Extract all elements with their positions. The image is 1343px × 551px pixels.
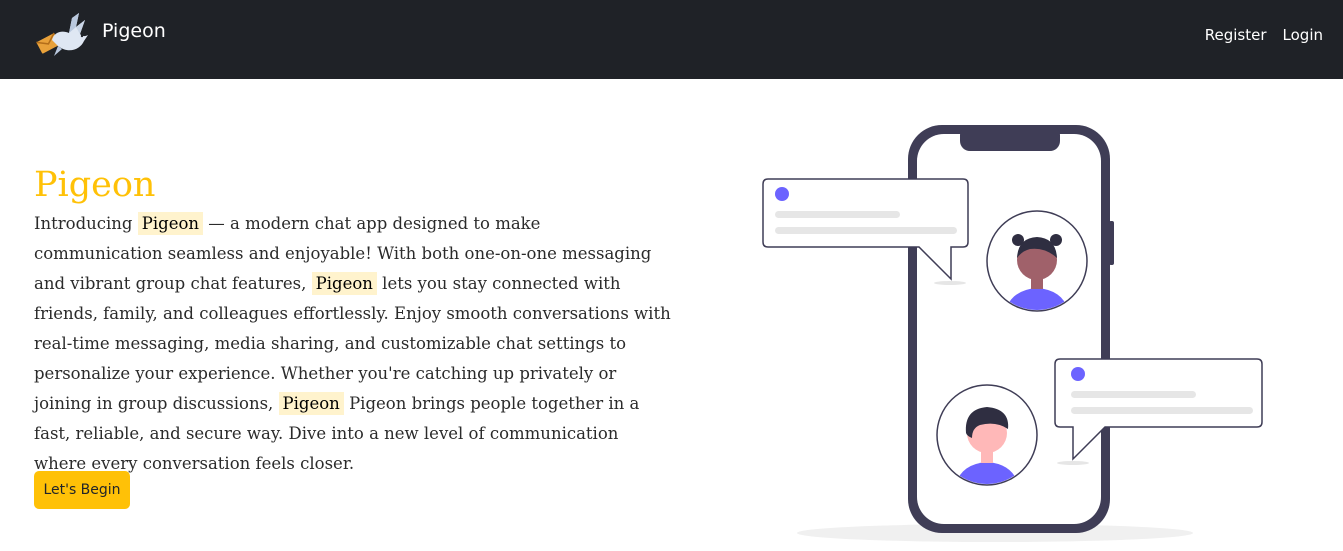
brand-name: Pigeon [102,20,166,42]
highlight-pigeon: Pigeon [137,212,204,235]
brand-link[interactable]: Pigeon [36,10,166,60]
description-part-1: Introducing [34,214,138,233]
login-link[interactable]: Login [1283,26,1323,44]
navbar: Pigeon Register Login [0,0,1343,79]
highlight-pigeon: Pigeon [311,272,377,295]
hero-title: Pigeon [34,165,156,205]
hero-section: Pigeon Introducing Pigeon — a modern cha… [0,79,1343,551]
hero-description: Introducing Pigeon — a modern chat app d… [34,209,674,479]
highlight-pigeon: Pigeon [278,392,344,415]
pigeon-logo-icon [36,13,88,56]
phone-chat-illustration-icon [762,125,1263,542]
lets-begin-button[interactable]: Let's Begin [34,471,130,509]
nav-links: Register Login [1205,26,1323,44]
register-link[interactable]: Register [1205,26,1267,44]
hero-text: Pigeon Introducing Pigeon — a modern cha… [34,165,674,479]
